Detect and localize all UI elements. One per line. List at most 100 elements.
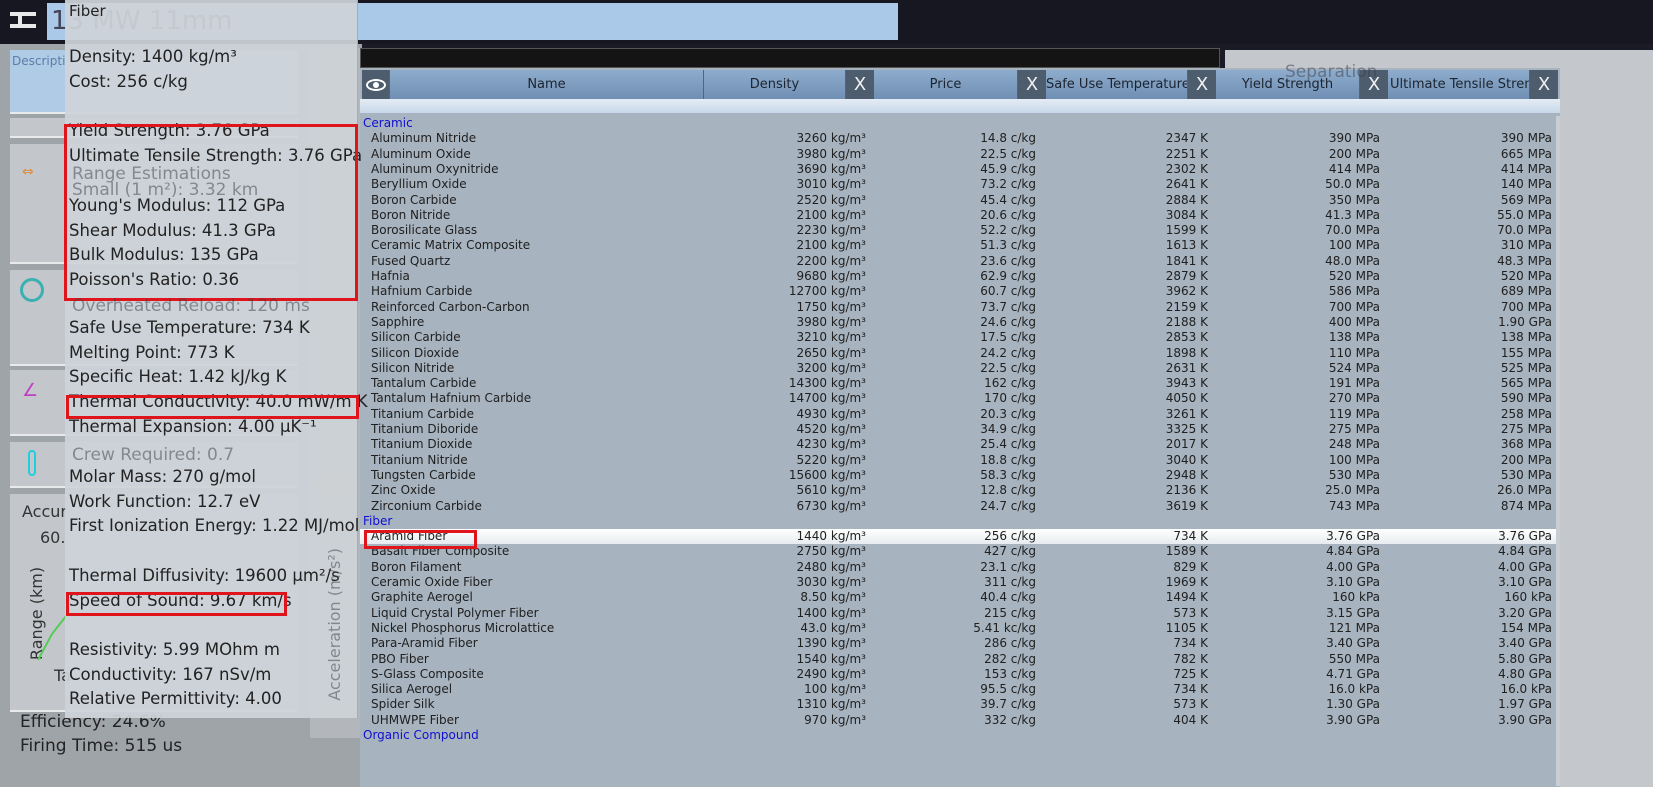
- ultimate-tensile-strength: 140 MPa: [1500, 177, 1552, 192]
- table-row[interactable]: Silicon Nitride 3200 kg/m³ 22.5 c/kg 2631 K…: [360, 361, 1556, 376]
- category-header[interactable]: Fiber: [360, 514, 1556, 529]
- highlight-mechanical: [64, 124, 358, 301]
- density: 43.0 kg/m³: [800, 620, 866, 635]
- table-row[interactable]: Reinforced Carbon-Carbon 1750 kg/m³ 73.7 c…: [360, 300, 1556, 315]
- column-safe-use-temperature[interactable]: Safe Use Temperature: [1046, 70, 1188, 99]
- table-row[interactable]: Tungsten Carbide 15600 kg/m³ 58.3 c/kg 2948…: [360, 468, 1556, 483]
- table-row[interactable]: Aluminum Oxide 3980 kg/m³ 22.5 c/kg 2251 K 2…: [360, 147, 1556, 162]
- table-row[interactable]: Spider Silk 1310 kg/m³ 39.7 c/kg 573 K 1.30 …: [360, 697, 1556, 712]
- table-row[interactable]: Silicon Dioxide 2650 kg/m³ 24.2 c/kg 1898 K…: [360, 346, 1556, 361]
- table-row[interactable]: Graphite Aerogel 8.50 kg/m³ 40.4 c/kg 1494 …: [360, 590, 1556, 605]
- yield-strength: 200 MPa: [1328, 146, 1380, 161]
- table-row[interactable]: Basalt Fiber Composite 2750 kg/m³ 427 c/kg…: [360, 544, 1556, 559]
- material-name: Boron Nitride: [371, 207, 451, 222]
- ultimate-tensile-strength: 4.80 GPa: [1498, 666, 1552, 681]
- price: 282 c/kg: [984, 651, 1036, 666]
- column-ultimate-tensile-strength[interactable]: Ultimate Tensile Strength: [1388, 70, 1530, 99]
- table-row[interactable]: Boron Filament 2480 kg/m³ 23.1 c/kg 829 K 4.…: [360, 560, 1556, 575]
- yield-strength: 530 MPa: [1328, 467, 1380, 482]
- price: 73.2 c/kg: [980, 177, 1036, 192]
- safe-use-temperature: 2017 K: [1165, 437, 1208, 452]
- material-name: Graphite Aerogel: [371, 590, 473, 605]
- column-price[interactable]: Price: [874, 70, 1018, 99]
- column-name[interactable]: Name: [390, 70, 704, 99]
- table-row[interactable]: Silica Aerogel 100 kg/m³ 95.5 c/kg 734 K 16.…: [360, 682, 1556, 697]
- table-row[interactable]: Liquid Crystal Polymer Fiber 1400 kg/m³ 21…: [360, 606, 1556, 621]
- clock-icon: [20, 278, 44, 302]
- ultimate-tensile-strength: 3.76 GPa: [1498, 529, 1552, 544]
- material-name: Ceramic Matrix Composite: [371, 238, 531, 253]
- close-uts-column[interactable]: X: [1530, 70, 1558, 99]
- tooltip-property: Safe Use Temperature: 734 K: [69, 318, 310, 337]
- price: 153 c/kg: [984, 666, 1036, 681]
- material-name: Para-Aramid Fiber: [371, 636, 478, 651]
- material-name: Silicon Nitride: [371, 360, 455, 375]
- table-row[interactable]: Hafnium Carbide 12700 kg/m³ 60.7 c/kg 3962 …: [360, 284, 1556, 299]
- crew-icon: [28, 450, 36, 476]
- price: 40.4 c/kg: [980, 590, 1036, 605]
- tooltip-property: Specific Heat: 1.42 kJ/kg K: [69, 367, 287, 387]
- table-row[interactable]: Zinc Oxide 5610 kg/m³ 12.8 c/kg 2136 K 25.0 …: [360, 483, 1556, 498]
- table-row[interactable]: Titanium Dioxide 4230 kg/m³ 25.4 c/kg 2017 …: [360, 437, 1556, 452]
- table-row[interactable]: Ceramic Oxide Fiber 3030 kg/m³ 311 c/kg 196…: [360, 575, 1556, 590]
- ultimate-tensile-strength: 700 MPa: [1500, 299, 1552, 314]
- table-row[interactable]: Titanium Nitride 5220 kg/m³ 18.8 c/kg 3040 …: [360, 453, 1556, 468]
- price: 24.6 c/kg: [980, 314, 1036, 329]
- tooltip-property: Molar Mass: 270 g/mol: [69, 467, 256, 486]
- table-row[interactable]: Nickel Phosphorus Microlattice 43.0 kg/m³…: [360, 621, 1556, 636]
- table-row[interactable]: Beryllium Oxide 3010 kg/m³ 73.2 c/kg 2641 K…: [360, 177, 1556, 192]
- table-row[interactable]: Borosilicate Glass 2230 kg/m³ 52.2 c/kg 159…: [360, 223, 1556, 238]
- table-row[interactable]: Tantalum Carbide 14300 kg/m³ 162 c/kg 3943 …: [360, 376, 1556, 391]
- angle-icon: ∠: [22, 380, 39, 401]
- table-row[interactable]: Aluminum Oxynitride 3690 kg/m³ 45.9 c/kg 23…: [360, 162, 1556, 177]
- table-row[interactable]: Ceramic Matrix Composite 2100 kg/m³ 51.3 c…: [360, 238, 1556, 253]
- table-row[interactable]: Boron Carbide 2520 kg/m³ 45.4 c/kg 2884 K 35…: [360, 193, 1556, 208]
- category-header[interactable]: Organic Compound: [360, 728, 1556, 743]
- table-row[interactable]: Para-Aramid Fiber 1390 kg/m³ 286 c/kg 734 K…: [360, 636, 1556, 651]
- table-row[interactable]: UHMWPE Fiber 970 kg/m³ 332 c/kg 404 K 3.90 G…: [360, 713, 1556, 728]
- ultimate-tensile-strength: 525 MPa: [1500, 360, 1552, 375]
- table-row[interactable]: Silicon Carbide 3210 kg/m³ 17.5 c/kg 2853 K…: [360, 330, 1556, 345]
- close-density-column[interactable]: X: [846, 70, 874, 99]
- scrollbar[interactable]: [1556, 116, 1560, 786]
- yield-strength: 3.10 GPa: [1326, 575, 1380, 589]
- table-header: Name Density X Price X Safe Use Temperat…: [360, 70, 1560, 99]
- ultimate-tensile-strength: 689 MPa: [1500, 284, 1552, 299]
- density: 3030 kg/m³: [796, 575, 866, 589]
- close-temperature-column[interactable]: X: [1188, 70, 1216, 99]
- density: 5220 kg/m³: [796, 452, 866, 467]
- material-name: Silica Aerogel: [371, 682, 453, 697]
- category-header[interactable]: Ceramic: [360, 116, 1556, 131]
- price: 5.41 kc/kg: [973, 620, 1036, 635]
- table-row[interactable]: Fused Quartz 2200 kg/m³ 23.6 c/kg 1841 K 48.…: [360, 254, 1556, 269]
- table-row[interactable]: S-Glass Composite 2490 kg/m³ 153 c/kg 725 K…: [360, 667, 1556, 682]
- material-name: Boron Filament: [371, 559, 462, 574]
- visibility-toggle[interactable]: [362, 70, 390, 99]
- price: 22.5 c/kg: [980, 360, 1036, 375]
- table-row[interactable]: Tantalum Hafnium Carbide 14700 kg/m³ 170 c…: [360, 391, 1556, 406]
- material-name: Zirconium Carbide: [371, 498, 482, 513]
- density: 4230 kg/m³: [796, 437, 866, 452]
- table-row[interactable]: Aluminum Nitride 3260 kg/m³ 14.8 c/kg 2347 …: [360, 131, 1556, 146]
- yield-strength: 160 kPa: [1332, 590, 1380, 605]
- table-row[interactable]: Titanium Diboride 4520 kg/m³ 34.9 c/kg 3325…: [360, 422, 1556, 437]
- safe-use-temperature: 2879 K: [1165, 269, 1208, 283]
- price: 95.5 c/kg: [980, 682, 1036, 697]
- table-row[interactable]: Titanium Carbide 4930 kg/m³ 20.3 c/kg 3261 …: [360, 407, 1556, 422]
- table-row[interactable]: Sapphire 3980 kg/m³ 24.6 c/kg 2188 K 400 MPa…: [360, 315, 1556, 330]
- table-row[interactable]: PBO Fiber 1540 kg/m³ 282 c/kg 782 K 550 MPa 5…: [360, 652, 1556, 667]
- table-row[interactable]: Hafnia 9680 kg/m³ 62.9 c/kg 2879 K 520 MPa 52…: [360, 269, 1556, 284]
- column-density[interactable]: Density: [704, 70, 846, 99]
- table-row[interactable]: Zirconium Carbide 6730 kg/m³ 24.7 c/kg 3619…: [360, 499, 1556, 514]
- yield-strength: 48.0 MPa: [1325, 253, 1380, 268]
- table-row[interactable]: Boron Nitride 2100 kg/m³ 20.6 c/kg 3084 K 41…: [360, 208, 1556, 223]
- yield-strength: 3.76 GPa: [1326, 529, 1380, 544]
- density: 12700 kg/m³: [788, 284, 866, 299]
- price: 17.5 c/kg: [980, 330, 1036, 345]
- density: 3010 kg/m³: [796, 177, 866, 192]
- table-row-selected[interactable]: Aramid Fiber 1440 kg/m³ 256 c/kg 734 K 3.76 …: [360, 529, 1556, 545]
- close-price-column[interactable]: X: [1018, 70, 1046, 99]
- density: 3200 kg/m³: [796, 360, 866, 375]
- ultimate-tensile-strength: 520 MPa: [1500, 269, 1552, 283]
- menu-icon[interactable]: [10, 12, 36, 28]
